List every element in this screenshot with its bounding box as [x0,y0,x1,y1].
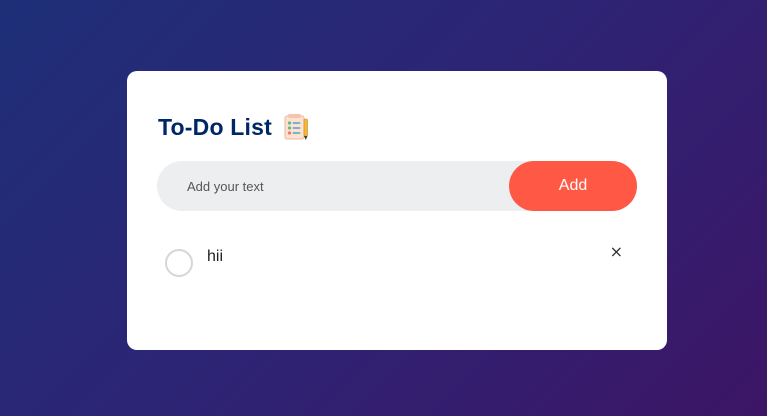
page-title: To-Do List [158,113,272,140]
add-button[interactable]: Add [509,161,637,211]
header: To-Do List [158,113,637,141]
close-icon[interactable]: × [610,244,623,260]
input-row: Add [157,160,637,212]
list-item[interactable]: hii × [157,238,637,278]
task-list: hii × [157,238,637,278]
task-input[interactable] [157,160,509,212]
todo-card: To-Do List Add hii × [127,71,667,350]
task-text: hii [207,248,224,265]
checklist-notepad-icon [282,113,310,141]
checkbox-circle-icon[interactable] [165,249,193,277]
